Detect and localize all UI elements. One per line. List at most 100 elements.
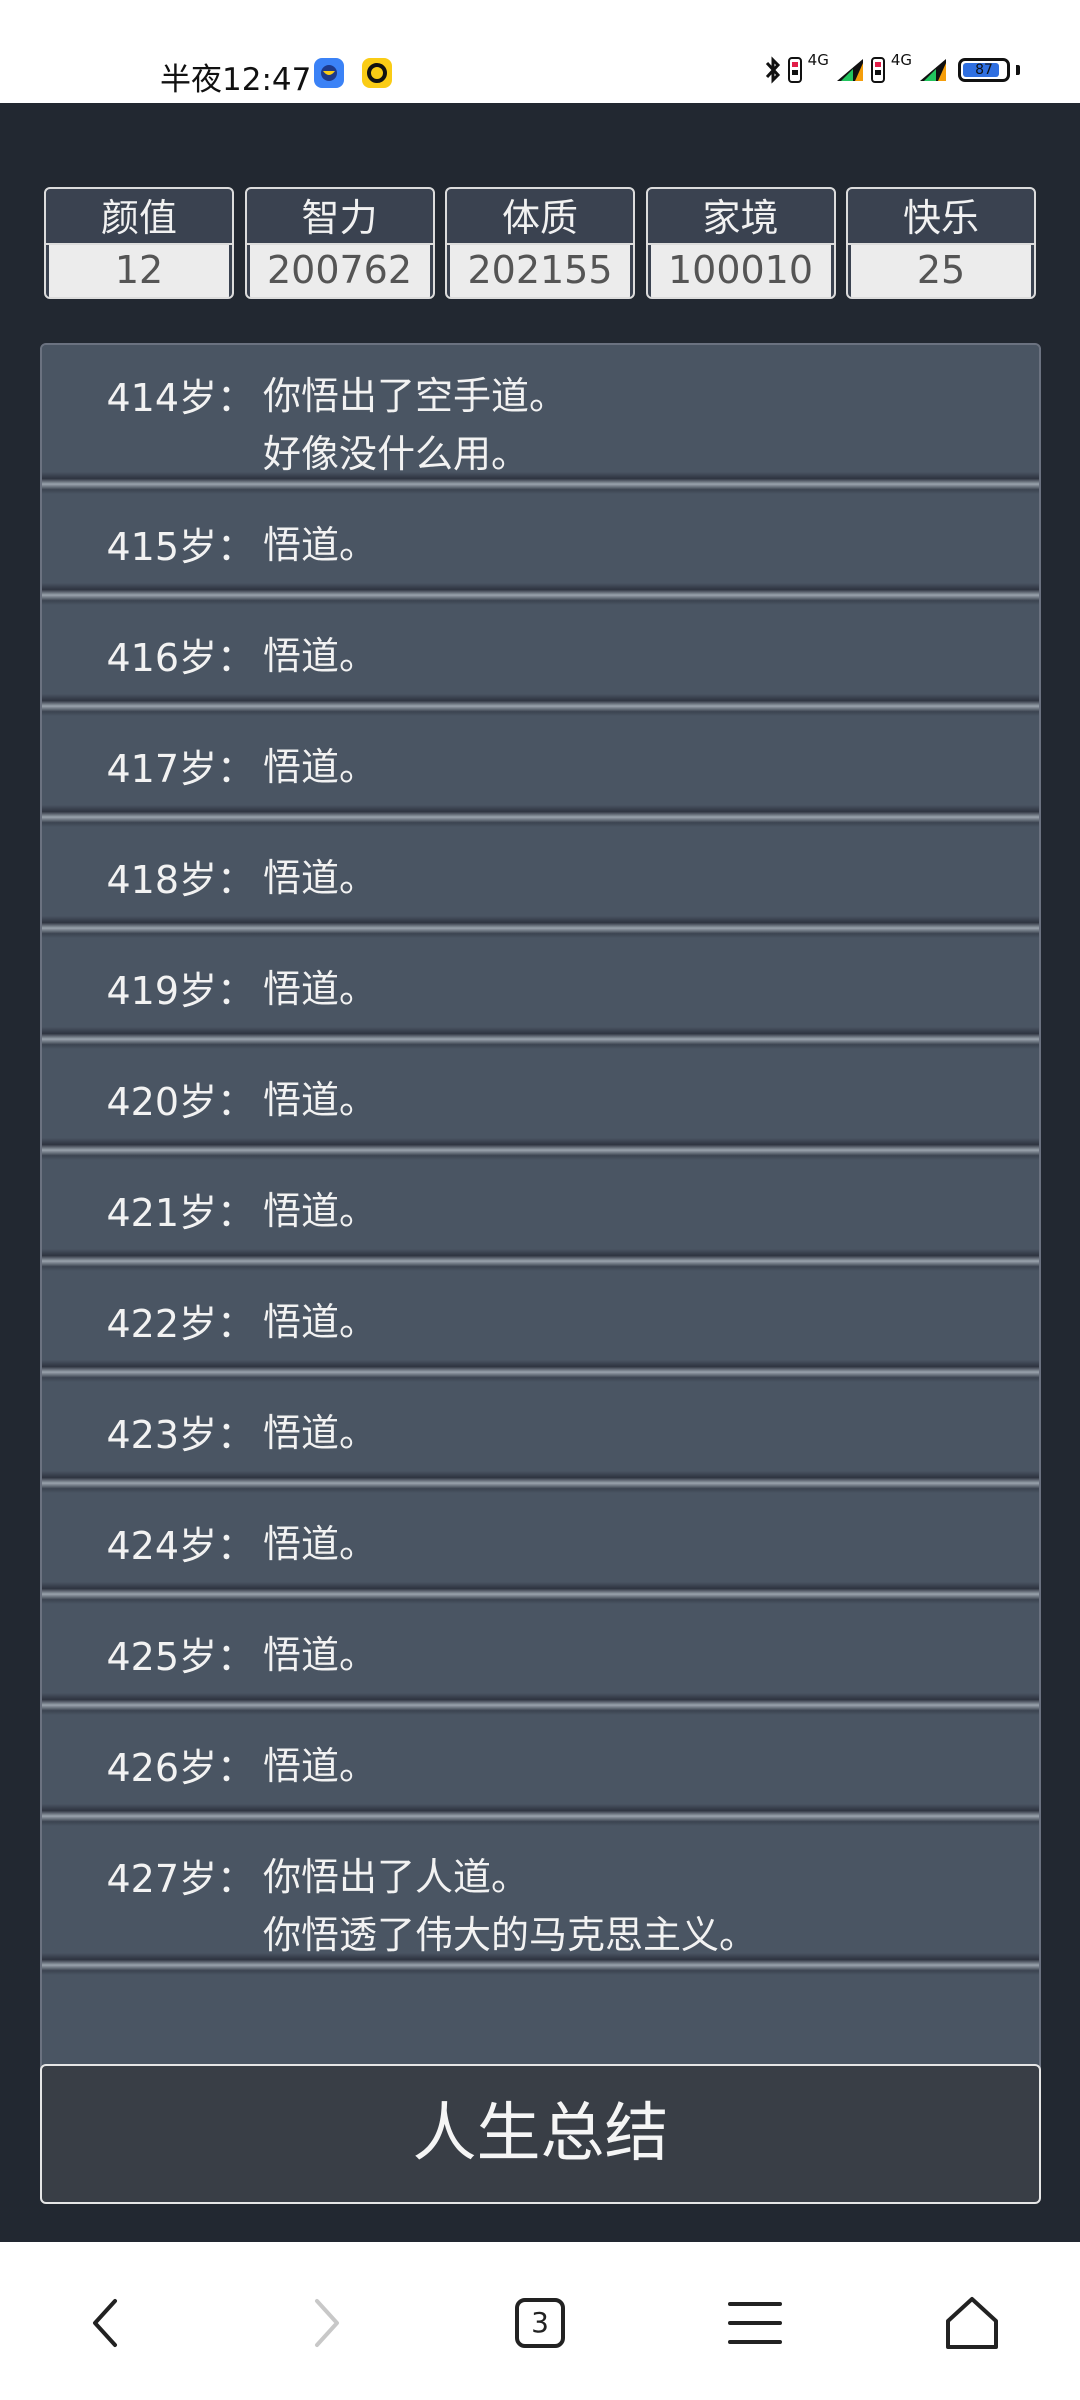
attribute-panel: 颜值 12 智力 200762 体质 202155 家境 100010 快乐 2…: [44, 187, 1036, 299]
log-entry: 423岁： 悟道。: [42, 1382, 1039, 1493]
log-line: 悟道。: [263, 1522, 378, 1566]
log-age: 426岁：: [106, 1746, 255, 1790]
log-entry: 422岁： 悟道。: [42, 1271, 1039, 1382]
signal-1-icon: [836, 59, 863, 81]
log-entry: 414岁： 你悟出了空手道。 好像没什么用。: [42, 345, 1039, 494]
log-line: 悟道。: [263, 634, 378, 678]
log-entry: 419岁： 悟道。: [42, 938, 1039, 1049]
log-text: 悟道。: [255, 827, 377, 938]
stat-label: 智力: [246, 189, 433, 245]
status-time: 半夜12:47: [160, 62, 312, 98]
log-entry: 427岁： 你悟出了人道。 你悟透了伟大的马克思主义。: [42, 1826, 1039, 1975]
log-text: 悟道。: [255, 1715, 377, 1826]
log-entry: 426岁： 悟道。: [42, 1715, 1039, 1826]
log-text: 悟道。: [255, 605, 377, 716]
log-entry: 418岁： 悟道。: [42, 827, 1039, 938]
battery-cap: [1016, 65, 1020, 75]
log-entry: 416岁： 悟道。: [42, 605, 1039, 716]
forward-button[interactable]: [282, 2278, 372, 2368]
log-text: 悟道。: [255, 1493, 377, 1604]
log-text: 悟道。: [255, 716, 377, 827]
log-line: 悟道。: [263, 1300, 378, 1344]
log-line: 悟道。: [263, 967, 378, 1011]
log-text: 悟道。: [255, 1271, 377, 1382]
stat-happiness: 快乐 25: [846, 187, 1036, 299]
log-line: 悟道。: [263, 523, 378, 567]
log-text: 悟道。: [255, 1604, 377, 1715]
tabs-icon: 3: [515, 2298, 565, 2348]
battery-icon: 87: [958, 58, 1010, 82]
sim-2-icon: [870, 57, 885, 83]
tabs-button[interactable]: 3: [495, 2278, 585, 2368]
log-entry: 421岁： 悟道。: [42, 1160, 1039, 1271]
stat-label: 快乐: [848, 189, 1034, 245]
log-age: 414岁：: [106, 376, 255, 420]
network-label-2: 4G: [890, 51, 912, 69]
stat-label: 家境: [647, 189, 834, 245]
stat-value: 25: [851, 245, 1031, 297]
log-text: 悟道。: [255, 494, 377, 605]
app-notification-icon-2: [361, 57, 393, 93]
stat-value: 200762: [249, 245, 430, 297]
log-line: 悟道。: [263, 745, 378, 789]
log-text: 你悟出了空手道。 好像没什么用。: [255, 345, 567, 494]
log-age: 415岁：: [106, 525, 255, 569]
log-entry: 425岁： 悟道。: [42, 1604, 1039, 1715]
menu-icon: [728, 2302, 782, 2344]
network-label-1: 4G: [807, 51, 829, 69]
stat-value: 12: [49, 245, 229, 297]
log-line: 悟道。: [263, 856, 378, 900]
log-text: 悟道。: [255, 938, 377, 1049]
log-line: 悟道。: [263, 1189, 378, 1233]
log-line: 好像没什么用。: [263, 432, 530, 476]
log-age: 418岁：: [106, 858, 255, 902]
status-bar: 半夜12:47 4G 4G 87: [0, 0, 1080, 103]
app-notification-icon: [313, 57, 345, 93]
status-right: 4G 4G 87: [764, 51, 1020, 84]
app-screen: 颜值 12 智力 200762 体质 202155 家境 100010 快乐 2…: [0, 103, 1080, 2242]
sim-1-icon: [787, 57, 802, 83]
log-age: 417岁：: [106, 747, 255, 791]
stat-family: 家境 100010: [645, 187, 836, 299]
menu-button[interactable]: [710, 2278, 800, 2368]
stat-label: 颜值: [46, 189, 232, 245]
log-entry: 417岁： 悟道。: [42, 716, 1039, 827]
back-arrow-icon: [93, 2299, 117, 2347]
back-button[interactable]: [60, 2278, 150, 2368]
stat-constitution: 体质 202155: [445, 187, 635, 299]
log-age: 422岁：: [106, 1302, 255, 1346]
log-age: 420岁：: [106, 1080, 255, 1124]
log-entry: 424岁： 悟道。: [42, 1493, 1039, 1604]
log-age: 425岁：: [106, 1635, 255, 1679]
battery-level: 87: [975, 62, 993, 78]
log-text: 你悟出了人道。 你悟透了伟大的马克思主义。: [255, 1826, 757, 1975]
log-line: 悟道。: [263, 1633, 378, 1677]
log-age: 427岁：: [106, 1857, 255, 1901]
stat-appearance: 颜值 12: [44, 187, 234, 299]
home-icon: [946, 2297, 998, 2349]
log-age: 421岁：: [106, 1191, 255, 1235]
stat-label: 体质: [447, 189, 633, 245]
log-line: 悟道。: [263, 1078, 378, 1122]
bluetooth-icon: [765, 56, 780, 84]
log-line: 悟道。: [263, 1744, 378, 1788]
signal-2-icon: [920, 59, 946, 81]
log-line: 悟道。: [263, 1411, 378, 1455]
log-line: 你悟出了空手道。: [263, 374, 568, 418]
log-age: 416岁：: [106, 636, 255, 680]
log-line: 你悟出了人道。: [263, 1855, 530, 1899]
log-age: 419岁：: [106, 969, 255, 1013]
log-entry: 420岁： 悟道。: [42, 1049, 1039, 1160]
life-summary-button[interactable]: 人生总结: [40, 2064, 1041, 2204]
browser-nav-bar: 3: [0, 2242, 1080, 2400]
log-entry: 415岁： 悟道。: [42, 494, 1039, 605]
stat-value: 202155: [450, 245, 630, 297]
log-text: 悟道。: [255, 1160, 377, 1271]
log-age: 424岁：: [106, 1524, 255, 1568]
forward-arrow-icon: [315, 2299, 339, 2347]
log-age: 423岁：: [106, 1413, 255, 1457]
home-button[interactable]: [927, 2278, 1017, 2368]
life-log[interactable]: 414岁： 你悟出了空手道。 好像没什么用。 415岁： 悟道。 416岁： 悟…: [40, 343, 1041, 2125]
stat-value: 100010: [650, 245, 831, 297]
log-line: 你悟透了伟大的马克思主义。: [263, 1913, 758, 1957]
